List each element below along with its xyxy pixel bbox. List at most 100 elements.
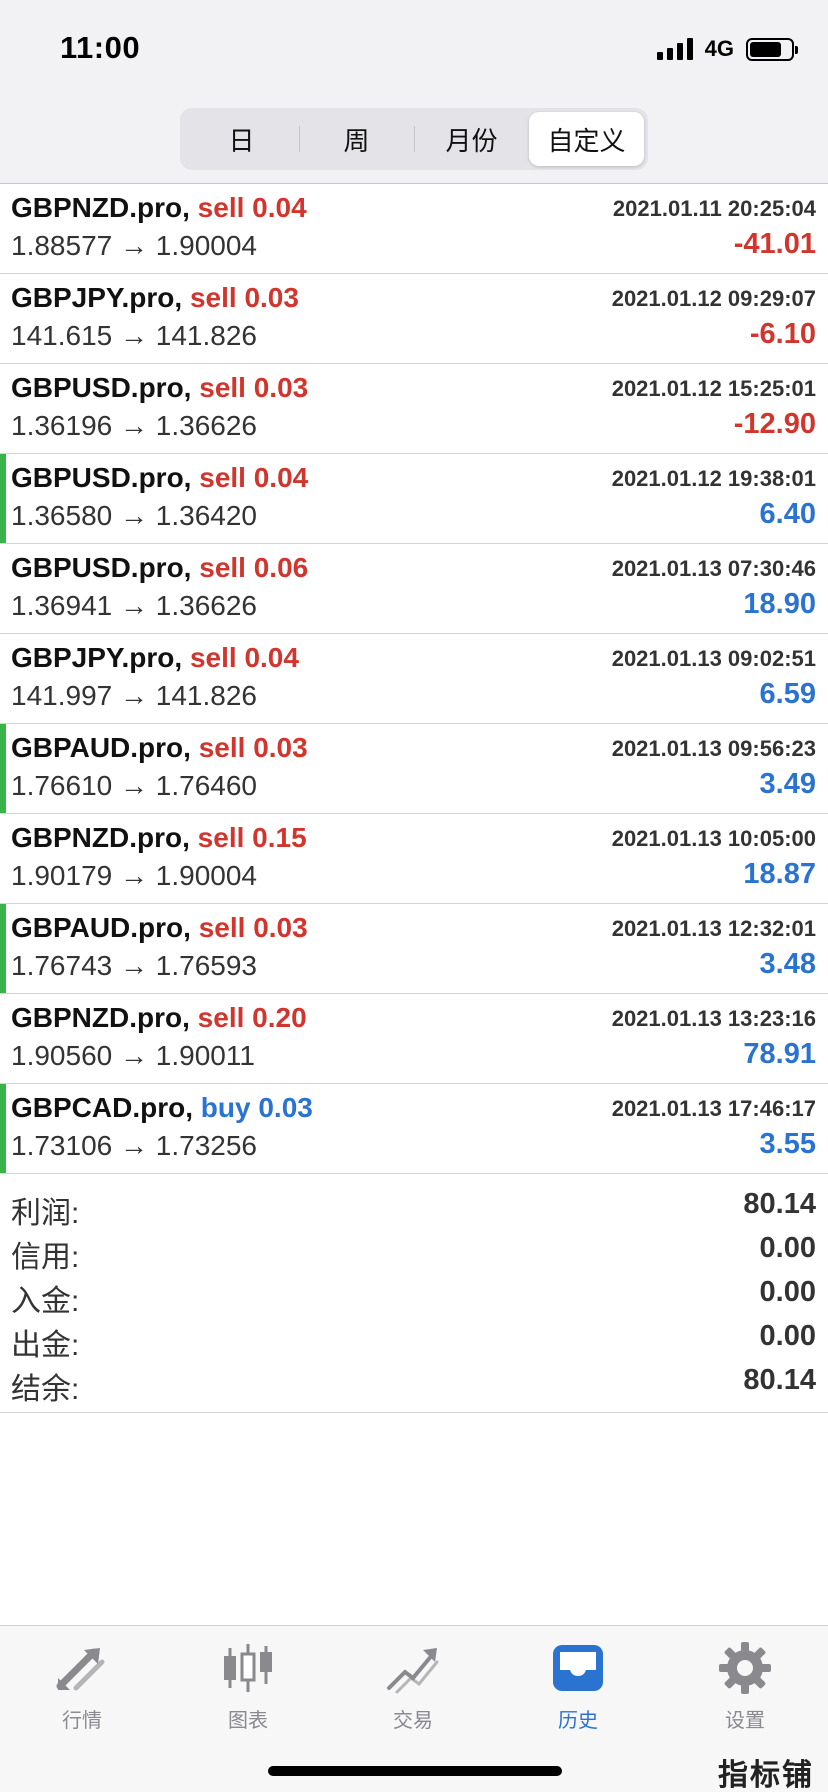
trade-row[interactable]: GBPAUD.pro, sell 0.03 2021.01.13 12:32:01…	[0, 904, 828, 994]
trade-volume: 0.04	[244, 642, 299, 673]
gear-icon	[715, 1638, 775, 1698]
period-tab-month[interactable]: 月份	[414, 112, 529, 166]
trade-row[interactable]: GBPAUD.pro, sell 0.03 2021.01.13 09:56:23…	[0, 724, 828, 814]
trade-time: 2021.01.13 07:30:46	[611, 556, 816, 581]
trade-symbol-line: GBPNZD.pro, sell 0.15	[11, 822, 307, 854]
trade-symbol: GBPJPY.pro,	[11, 282, 183, 313]
summary-label: 入金:	[11, 1285, 80, 1318]
summary-value: 80.14	[743, 1364, 816, 1396]
trade-prices: 1.76743 → 1.76593	[11, 950, 257, 981]
summary-withdrawal: 出金: 0.00	[0, 1318, 828, 1362]
network-label: 4G	[704, 36, 734, 61]
trade-symbol: GBPAUD.pro,	[11, 912, 191, 943]
trade-symbol-line: GBPNZD.pro, sell 0.20	[11, 1002, 307, 1034]
trade-row[interactable]: GBPNZD.pro, sell 0.15 2021.01.13 10:05:00…	[0, 814, 828, 904]
trade-symbol: GBPUSD.pro,	[11, 372, 192, 403]
trade-row[interactable]: GBPUSD.pro, sell 0.04 2021.01.12 19:38:01…	[0, 454, 828, 544]
trade-volume: 0.04	[253, 462, 309, 493]
trade-side: buy	[200, 1092, 251, 1123]
tab-label: 行情	[62, 1710, 102, 1732]
trade-row[interactable]: GBPJPY.pro, sell 0.03 2021.01.12 09:29:07…	[0, 274, 828, 364]
period-tab-custom[interactable]: 自定义	[529, 112, 644, 166]
trade-prices: 1.36941 → 1.36626	[11, 590, 257, 621]
trade-volume: 0.04	[252, 192, 307, 223]
tab-chart[interactable]: 图表	[193, 1638, 303, 1738]
trade-row[interactable]: GBPNZD.pro, sell 0.20 2021.01.13 13:23:16…	[0, 994, 828, 1084]
tab-settings[interactable]: 设置	[690, 1638, 800, 1738]
trade-time: 2021.01.13 17:46:17	[611, 1096, 816, 1121]
trade-row[interactable]: GBPJPY.pro, sell 0.04 2021.01.13 09:02:51…	[0, 634, 828, 724]
trade-profit: 6.59	[759, 678, 816, 710]
trade-profit: 3.55	[759, 1128, 816, 1160]
trade-symbol: GBPCAD.pro,	[11, 1092, 193, 1123]
period-tab-week[interactable]: 周	[299, 112, 414, 166]
header-area: 11:00 4G 日 周 月份 自定义	[0, 0, 828, 184]
signal-icon	[656, 38, 693, 60]
trade-profit: 78.91	[743, 1038, 816, 1070]
period-tab-day[interactable]: 日	[184, 112, 299, 166]
trade-symbol: GBPUSD.pro,	[11, 552, 192, 583]
summary-balance: 结余: 80.14	[0, 1362, 828, 1406]
trade-side: sell	[199, 552, 246, 583]
trade-profit: 18.90	[743, 588, 816, 620]
trade-symbol-line: GBPAUD.pro, sell 0.03	[11, 912, 308, 944]
trade-time: 2021.01.13 09:56:23	[611, 736, 816, 761]
trade-volume: 0.03	[258, 1092, 313, 1123]
trade-profit: 18.87	[743, 858, 816, 890]
trade-symbol-line: GBPJPY.pro, sell 0.03	[11, 282, 299, 314]
trade-symbol-line: GBPJPY.pro, sell 0.04	[11, 642, 299, 674]
trade-prices: 1.36196 → 1.36626	[11, 410, 257, 441]
trade-volume: 0.20	[252, 1002, 307, 1033]
trade-symbol: GBPAUD.pro,	[11, 732, 191, 763]
trade-symbol-line: GBPUSD.pro, sell 0.06	[11, 552, 308, 584]
trade-trend-icon	[383, 1638, 443, 1698]
history-screen: 11:00 4G 日 周 月份 自定义 GBPNZD.pro, sell 0.0…	[0, 0, 828, 1792]
trade-side: sell	[189, 642, 237, 673]
trade-side: sell	[189, 282, 237, 313]
trade-side: sell	[198, 732, 246, 763]
period-segmented-control: 日 周 月份 自定义	[180, 108, 648, 170]
trade-profit: 3.49	[759, 768, 816, 800]
trade-side: sell	[198, 912, 246, 943]
trade-profit: 6.40	[759, 498, 816, 530]
summary-value: 0.00	[759, 1276, 816, 1308]
trade-prices: 141.615 → 141.826	[11, 320, 257, 351]
watermark: 指标铺	[718, 1759, 814, 1792]
trade-row[interactable]: GBPNZD.pro, sell 0.04 2021.01.11 20:25:04…	[0, 184, 828, 274]
trade-side: sell	[197, 822, 245, 853]
battery-icon	[746, 37, 798, 61]
trade-row[interactable]: GBPUSD.pro, sell 0.03 2021.01.12 15:25:01…	[0, 364, 828, 454]
trade-volume: 0.03	[253, 912, 308, 943]
trade-row[interactable]: GBPUSD.pro, sell 0.06 2021.01.13 07:30:46…	[0, 544, 828, 634]
home-indicator[interactable]	[268, 1766, 562, 1776]
history-tray-icon	[548, 1638, 608, 1698]
trade-time: 2021.01.13 10:05:00	[611, 826, 816, 851]
summary-credit: 信用: 0.00	[0, 1230, 828, 1274]
trade-side: sell	[197, 192, 245, 223]
quotes-arrows-icon	[52, 1638, 112, 1698]
trade-volume: 0.06	[253, 552, 309, 583]
trade-symbol-line: GBPUSD.pro, sell 0.03	[11, 372, 308, 404]
trade-symbol: GBPNZD.pro,	[11, 1002, 190, 1033]
status-indicators: 4G	[656, 36, 798, 62]
trade-volume: 0.03	[253, 372, 309, 403]
status-time: 11:00	[60, 30, 141, 65]
tab-label: 设置	[725, 1710, 765, 1732]
tab-trade[interactable]: 交易	[358, 1638, 468, 1738]
trade-symbol-line: GBPCAD.pro, buy 0.03	[11, 1092, 313, 1124]
trade-profit: -12.90	[733, 408, 816, 440]
tab-history[interactable]: 历史	[523, 1638, 633, 1738]
trade-side: sell	[199, 372, 246, 403]
trade-volume: 0.03	[244, 282, 299, 313]
tab-label: 交易	[393, 1710, 433, 1732]
trade-time: 2021.01.11 20:25:04	[612, 196, 816, 221]
trade-symbol: GBPUSD.pro,	[11, 462, 192, 493]
tab-quotes[interactable]: 行情	[27, 1638, 137, 1738]
trade-symbol-line: GBPUSD.pro, sell 0.04	[11, 462, 308, 494]
summary-label: 信用:	[11, 1241, 80, 1274]
trade-profit: -6.10	[749, 318, 816, 350]
summary-value: 80.14	[743, 1188, 816, 1220]
trade-symbol: GBPNZD.pro,	[11, 822, 190, 853]
trade-row[interactable]: GBPCAD.pro, buy 0.03 2021.01.13 17:46:17 1…	[0, 1084, 828, 1174]
trade-symbol: GBPNZD.pro,	[11, 192, 190, 223]
